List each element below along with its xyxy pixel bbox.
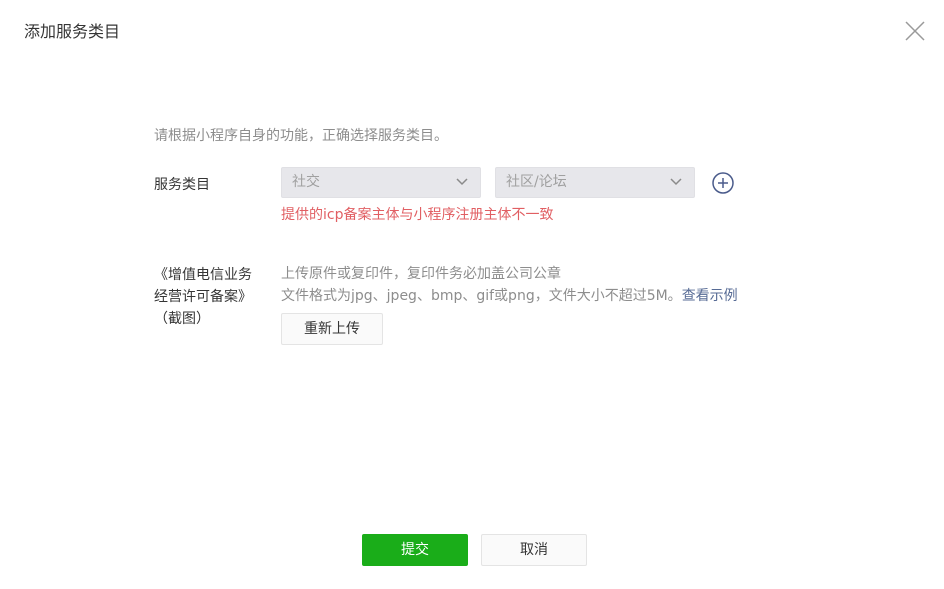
primary-category-select[interactable]: 社交: [281, 167, 481, 198]
close-icon[interactable]: [904, 20, 926, 42]
submit-button[interactable]: 提交: [362, 534, 468, 566]
upload-hint-line2: 文件格式为jpg、jpeg、bmp、gif或png，文件大小不超过5M。查看示例: [281, 286, 738, 306]
license-label: 《增值电信业务经营许可备案》（截图）: [154, 267, 252, 327]
view-example-link[interactable]: 查看示例: [682, 288, 738, 304]
dialog-title: 添加服务类目: [24, 22, 121, 41]
plus-circle-icon[interactable]: [712, 172, 734, 194]
secondary-category-value: 社区/论坛: [506, 174, 567, 190]
intro-text: 请根据小程序自身的功能，正确选择服务类目。: [154, 128, 448, 144]
upload-hint-line1: 上传原件或复印件，复印件务必加盖公司公章: [281, 266, 561, 282]
service-category-label: 服务类目: [154, 177, 210, 193]
reupload-button[interactable]: 重新上传: [281, 313, 383, 345]
chevron-down-icon: [456, 178, 468, 186]
add-service-category-dialog: 添加服务类目 请根据小程序自身的功能，正确选择服务类目。 服务类目 社交 社区/…: [0, 0, 944, 589]
category-error-message: 提供的icp备案主体与小程序注册主体不一致: [281, 207, 554, 223]
cancel-button[interactable]: 取消: [481, 534, 587, 566]
chevron-down-icon: [670, 178, 682, 186]
primary-category-value: 社交: [292, 174, 320, 190]
secondary-category-select[interactable]: 社区/论坛: [495, 167, 695, 198]
file-format-hint: 文件格式为jpg、jpeg、bmp、gif或png，文件大小不超过5M。: [281, 288, 682, 304]
